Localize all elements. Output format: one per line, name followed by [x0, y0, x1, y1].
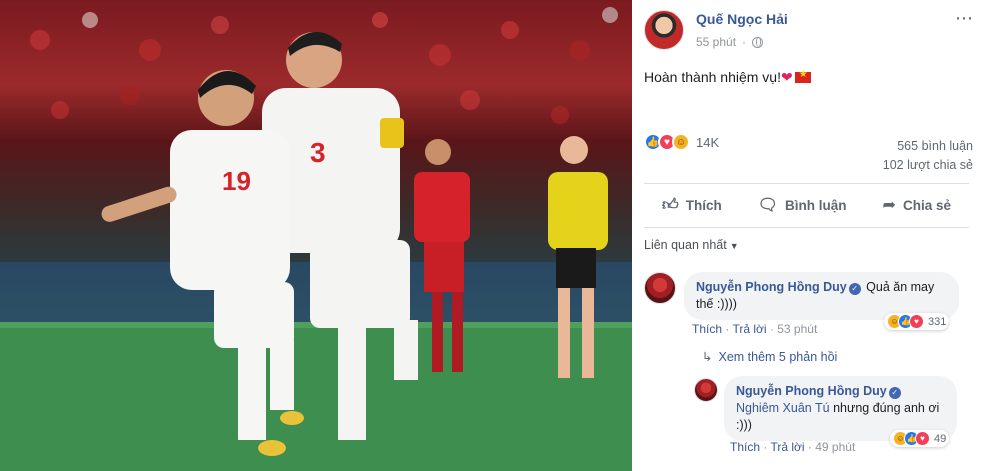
post-photo[interactable]: 19 3 [0, 0, 632, 471]
player-number-3: 3 [310, 137, 326, 168]
speech-bubble-icon: 🗨︎ [757, 197, 779, 214]
post-actions: 👍︎ Thích 🗨︎ Bình luận ➦ Chia sẻ [644, 188, 969, 222]
comment-like-link[interactable]: Thích [692, 322, 722, 336]
caption-text: Hoàn thành nhiệm vụ! [644, 69, 781, 85]
post-meta: 55 phút · [696, 35, 764, 49]
reply-mention[interactable]: Nghiêm Xuân Tú [736, 401, 830, 415]
reply-reaction-count: 49 [934, 432, 947, 445]
reply-reactions[interactable]: ☺ 👍 ♥ 49 [890, 430, 950, 447]
post-author[interactable]: Quế Ngọc Hải [696, 11, 788, 27]
globe-icon [752, 36, 764, 48]
comment-time[interactable]: 53 phút [777, 322, 817, 336]
share-arrow-icon: ➦ [882, 197, 896, 214]
comment-reactions[interactable]: ☺ 👍 ♥ 331 [884, 313, 950, 330]
reply-arrow-icon: ↳ [702, 350, 713, 364]
comment-reaction-count: 331 [928, 315, 947, 328]
comment-button[interactable]: 🗨︎ Bình luận [758, 195, 847, 215]
post-time[interactable]: 55 phút [696, 35, 736, 49]
like-button-label: Thích [685, 197, 722, 213]
share-button[interactable]: ➦ Chia sẻ [883, 195, 951, 215]
post-panel: Quế Ngọc Hải 55 phút · ⋯ Hoàn thành nhiệ… [632, 0, 981, 471]
reply-avatar[interactable] [694, 378, 718, 402]
verified-badge-icon: ✓ [888, 387, 901, 399]
reply-like-link[interactable]: Thích [730, 440, 760, 454]
author-avatar[interactable] [644, 10, 684, 50]
reply-time[interactable]: 49 phút [815, 440, 855, 454]
divider [644, 227, 969, 228]
reply-reply-link[interactable]: Trả lời [770, 440, 804, 454]
reply-author[interactable]: Nguyễn Phong Hồng Duy [736, 384, 887, 398]
heart-emoji-icon: ❤ [780, 69, 793, 85]
post-caption: Hoàn thành nhiệm vụ!❤ [644, 69, 811, 86]
post-reactions[interactable]: 👍 ♥ ☺ 14K [644, 133, 719, 151]
player-number-19: 19 [222, 166, 251, 196]
like-button[interactable]: 👍︎ Thích [662, 196, 722, 215]
comment-count[interactable]: 565 bình luận [883, 137, 973, 156]
divider [644, 183, 969, 184]
haha-reaction-icon: ☺ [672, 133, 690, 151]
vietnam-flag-icon [794, 69, 811, 83]
share-count[interactable]: 102 lượt chia sẻ [883, 156, 973, 175]
love-reaction-icon: ♥ [909, 314, 924, 329]
caret-down-icon: ▼ [729, 241, 739, 251]
post-stats: 565 bình luận 102 lượt chia sẻ [883, 137, 973, 175]
share-button-label: Chia sẻ [902, 197, 951, 213]
comment-links: Thích · Trả lời · 53 phút [692, 322, 818, 336]
love-reaction-icon: ♥ [915, 431, 930, 446]
view-more-replies-label: Xem thêm 5 phản hồi [718, 350, 838, 364]
post-header: Quế Ngọc Hải 55 phút · ⋯ [632, 0, 981, 56]
view-more-replies[interactable]: ↳ Xem thêm 5 phản hồi [702, 349, 837, 364]
comment-sort-label: Liên quan nhất [644, 238, 727, 252]
reply-links: Thích · Trả lời · 49 phút [730, 440, 856, 454]
thumbs-up-icon: 👍︎ [662, 196, 679, 214]
comment-sort-dropdown[interactable]: Liên quan nhất ▼ [644, 238, 739, 252]
commenter-avatar[interactable] [644, 272, 676, 304]
reaction-count: 14K [696, 134, 720, 150]
photo-illustration: 19 3 [0, 7, 632, 471]
comment-author[interactable]: Nguyễn Phong Hồng Duy [696, 280, 847, 294]
comment-reply-link[interactable]: Trả lời [732, 322, 766, 336]
verified-badge-icon: ✓ [848, 283, 861, 295]
more-options-icon[interactable]: ⋯ [955, 8, 973, 29]
comment-button-label: Bình luận [785, 197, 847, 213]
